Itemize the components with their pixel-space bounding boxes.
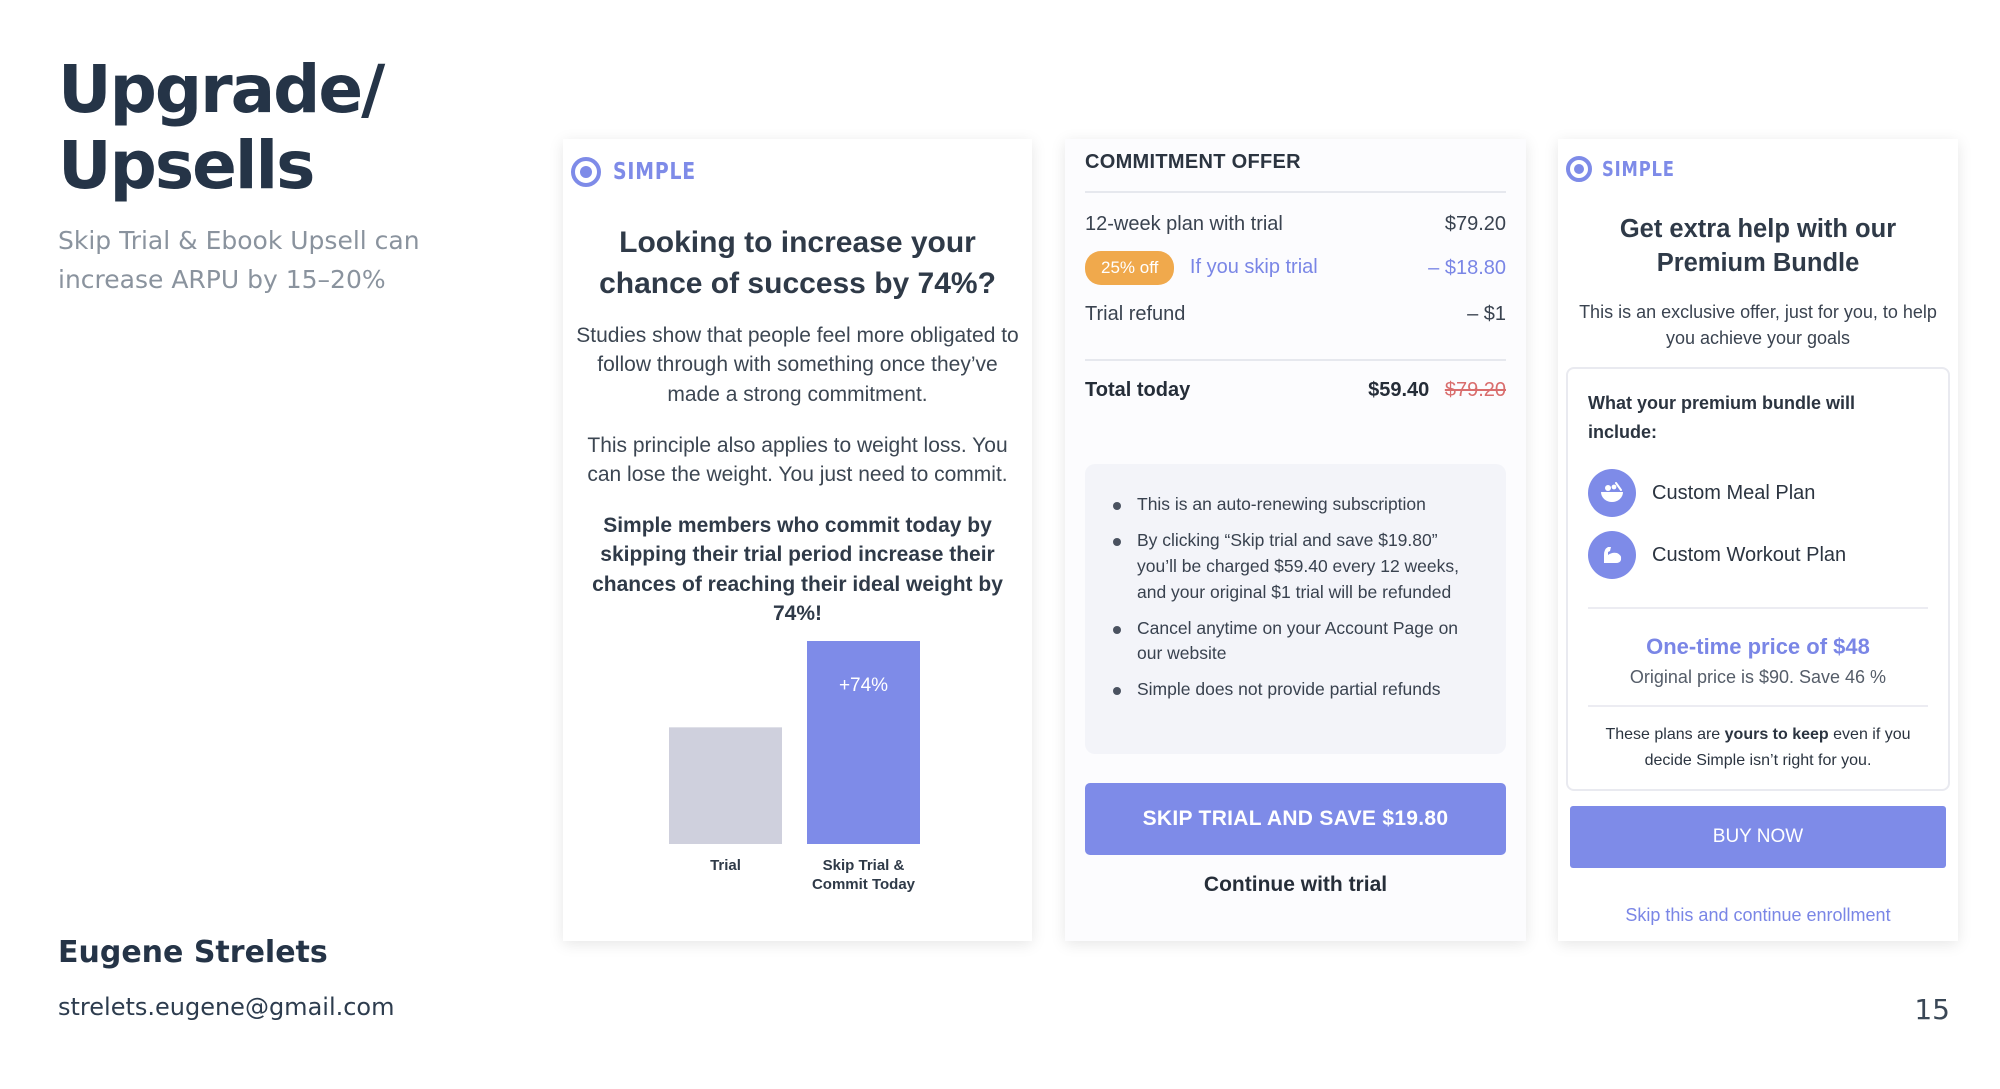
- target-icon: [1566, 156, 1592, 182]
- total-label: Total today: [1085, 378, 1191, 401]
- terms-item: Simple does not provide partial refunds: [1113, 677, 1482, 703]
- offer-title: COMMITMENT OFFER: [1085, 151, 1301, 173]
- one-time-price: One-time price of $48: [1646, 634, 1870, 659]
- keep-plans-note: These plans are yours to keep even if yo…: [1592, 722, 1924, 773]
- commitment-bar-chart: Trial +74% Skip Trial & Commit Today: [669, 641, 920, 893]
- refund-label: Trial refund: [1085, 302, 1186, 325]
- slide-title: Upgrade/ Upsells: [58, 51, 385, 204]
- chart-bar-1: [807, 641, 920, 844]
- skip-trial-heading: Looking to increase your chance of succe…: [599, 226, 996, 300]
- simple-logo: SIMPLE: [1566, 156, 1691, 182]
- skip-trial-label: If you skip trial: [1189, 256, 1318, 278]
- skip-enrollment-link[interactable]: Skip this and continue enrollment: [1558, 905, 1958, 926]
- chart-category-label: Skip Trial &: [823, 857, 905, 874]
- chart-category-label: Trial: [710, 857, 741, 874]
- premium-bundle-screen: SIMPLE Get extra help with our Premium B…: [1558, 139, 1958, 941]
- bundle-divider: [1588, 705, 1928, 707]
- author-name: Eugene Strelets: [58, 935, 328, 970]
- feature-meal-plan: Custom Meal Plan: [1588, 469, 1815, 517]
- logo-text: SIMPLE: [1602, 157, 1675, 181]
- feature-label: Custom Workout Plan: [1652, 543, 1847, 566]
- commitment-offer-screen: COMMITMENT OFFER 12-week plan with trial…: [1065, 139, 1526, 941]
- offer-divider: [1085, 191, 1506, 193]
- total-old-price: $79.20: [1444, 378, 1506, 401]
- discount-badge: 25% off: [1085, 251, 1175, 285]
- page-number: 15: [1914, 993, 1950, 1026]
- plan-row: 12-week plan with trial $79.20: [1085, 209, 1506, 239]
- original-price: Original price is $90. Save 46 %: [1629, 667, 1887, 687]
- continue-with-trial-button[interactable]: Continue with trial: [1065, 873, 1526, 897]
- total-row: Total today $59.40 $79.20: [1085, 375, 1506, 405]
- chart-category-label: Commit Today: [812, 876, 916, 893]
- slide-subtitle: Skip Trial & Ebook Upsell can increase A…: [58, 226, 420, 294]
- total-divider: [1085, 359, 1506, 361]
- simple-logo: SIMPLE: [571, 157, 714, 187]
- buy-now-button[interactable]: BUY NOW: [1570, 806, 1946, 868]
- feature-label: Custom Meal Plan: [1652, 481, 1816, 504]
- terms-box: This is an auto-renewing subscription By…: [1085, 464, 1506, 754]
- bundle-details-box: What your premium bundle will include: C…: [1566, 367, 1950, 791]
- keep-note-emphasis: yours to keep: [1724, 726, 1829, 743]
- flexed-arm-icon: [1588, 531, 1636, 579]
- terms-item: Cancel anytime on your Account Page on o…: [1113, 616, 1482, 668]
- terms-item: This is an auto-renewing subscription: [1113, 492, 1482, 518]
- skip-trial-button[interactable]: SKIP TRIAL AND SAVE $19.80: [1085, 783, 1506, 855]
- skip-trial-info-screen: SIMPLE Looking to increase your chance o…: [563, 139, 1032, 941]
- slide-title-line-1: Upgrade/: [58, 51, 385, 128]
- plan-price: $79.20: [1444, 212, 1506, 235]
- total-price: $59.40: [1368, 378, 1430, 401]
- refund-row: Trial refund – $1: [1085, 299, 1506, 329]
- feature-workout-plan: Custom Workout Plan: [1588, 531, 1846, 579]
- logo-text: SIMPLE: [613, 159, 697, 185]
- include-title: What your premium bundle will include:: [1588, 393, 1856, 442]
- target-icon: [571, 157, 601, 187]
- principle-paragraph: This principle also applies to weight lo…: [587, 434, 1008, 487]
- members-claim: Simple members who commit today by skipp…: [592, 514, 1003, 626]
- skip-trial-discount-row: 25% off If you skip trial – $18.80: [1085, 251, 1506, 285]
- author-email: strelets.eugene@gmail.com: [58, 993, 395, 1021]
- meal-bowl-icon: [1588, 469, 1636, 517]
- skip-trial-discount: – $18.80: [1428, 256, 1506, 279]
- exclusive-offer-text: This is an exclusive offer, just for you…: [1579, 302, 1937, 349]
- bundle-divider: [1588, 607, 1928, 609]
- chart-bar-0: [669, 727, 782, 844]
- refund-amount: – $1: [1467, 302, 1506, 325]
- terms-list: This is an auto-renewing subscription By…: [1085, 464, 1506, 703]
- commitment-paragraph: Studies show that people feel more oblig…: [576, 324, 1019, 406]
- chart-value-label: +74%: [839, 675, 888, 696]
- plan-label: 12-week plan with trial: [1085, 212, 1283, 235]
- keep-note-prefix: These plans are: [1605, 726, 1721, 743]
- terms-item: By clicking “Skip trial and save $19.80”…: [1113, 528, 1482, 606]
- slide-title-line-2: Upsells: [58, 126, 315, 204]
- premium-bundle-heading: Get extra help with our Premium Bundle: [1619, 215, 1897, 278]
